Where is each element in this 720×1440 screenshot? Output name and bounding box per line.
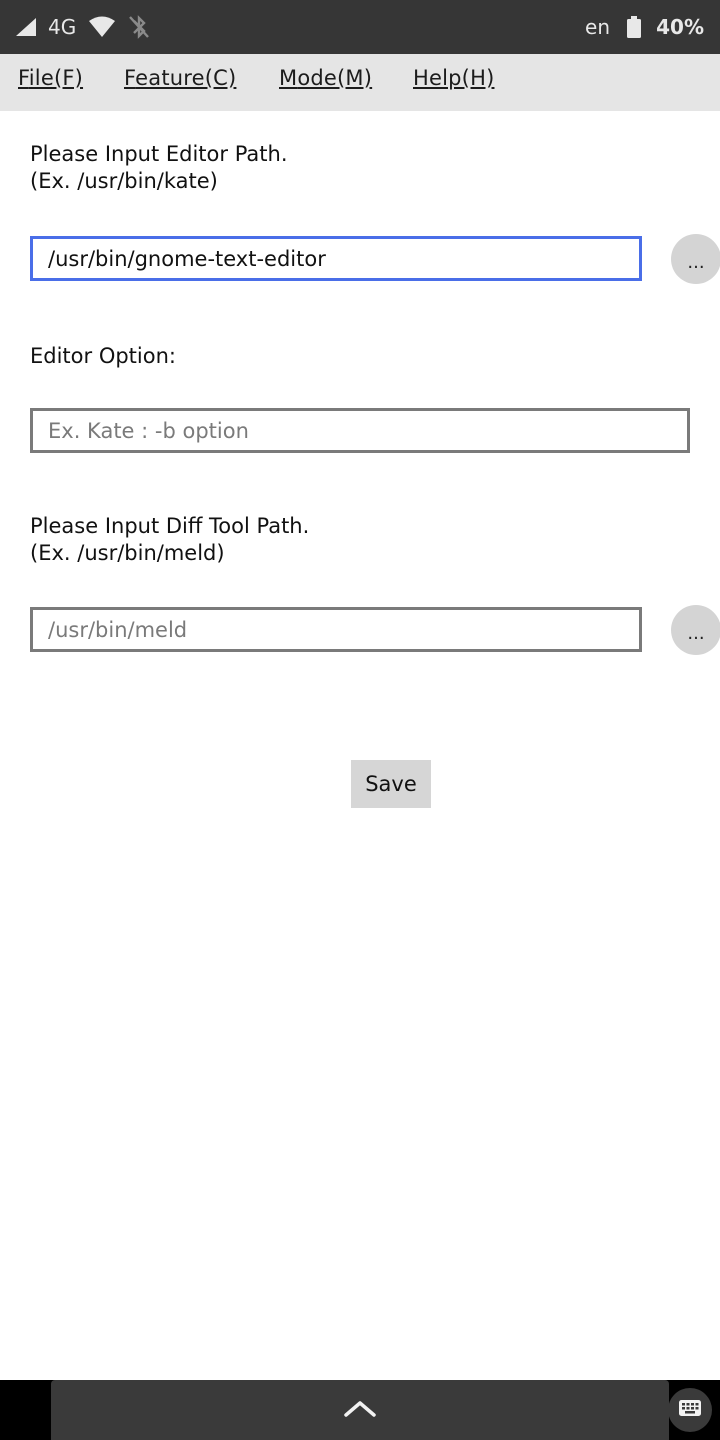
diff-tool-path-input[interactable] (30, 607, 642, 652)
menu-file[interactable]: File(F) (18, 54, 83, 111)
menu-help[interactable]: Help(H) (413, 54, 494, 111)
diff-tool-path-label: Please Input Diff Tool Path. (Ex. /usr/b… (30, 514, 310, 565)
signal-icon (14, 0, 38, 54)
wifi-icon (88, 0, 116, 54)
expand-handle[interactable] (51, 1380, 669, 1440)
save-button[interactable]: Save (351, 760, 431, 808)
diff-tool-browse-button[interactable]: ... (671, 605, 720, 655)
network-type: 4G (48, 15, 77, 39)
editor-option-input[interactable] (30, 408, 690, 453)
menu-mode[interactable]: Mode(M) (279, 54, 372, 111)
editor-path-label: Please Input Editor Path. (Ex. /usr/bin/… (30, 142, 288, 193)
menu-bar: File(F) Feature(C) Mode(M) Help(H) (0, 54, 720, 111)
chevron-up-icon (343, 1398, 377, 1422)
bluetooth-off-icon (126, 0, 152, 54)
editor-path-input[interactable] (30, 236, 642, 281)
keyboard-toggle-button[interactable] (668, 1388, 712, 1432)
editor-option-label: Editor Option: (30, 344, 176, 368)
editor-browse-button[interactable]: ... (671, 234, 720, 284)
battery-level: 40% (656, 15, 704, 39)
navigation-bar (0, 1380, 720, 1440)
status-bar: 4G en 40% (0, 0, 720, 54)
battery-icon (626, 0, 642, 54)
menu-feature[interactable]: Feature(C) (124, 54, 236, 111)
keyboard-language: en (585, 15, 610, 39)
keyboard-icon (678, 1399, 702, 1421)
